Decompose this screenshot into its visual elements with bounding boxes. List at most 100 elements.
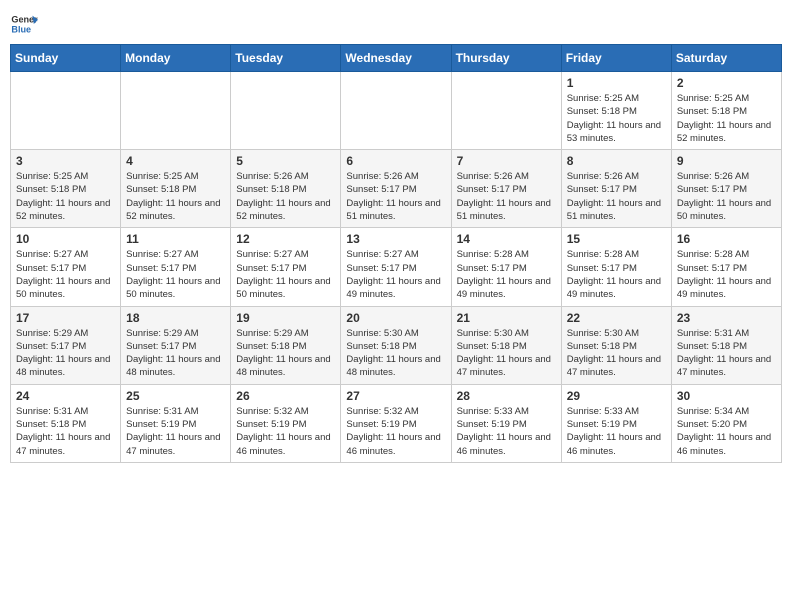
- calendar-cell: 1 Sunrise: 5:25 AM Sunset: 5:18 PM Daylig…: [561, 72, 671, 150]
- calendar-table: SundayMondayTuesdayWednesdayThursdayFrid…: [10, 44, 782, 463]
- weekday-header-thursday: Thursday: [451, 45, 561, 72]
- calendar-cell: 3 Sunrise: 5:25 AM Sunset: 5:18 PM Daylig…: [11, 150, 121, 228]
- day-number: 1: [567, 76, 666, 90]
- day-info: Sunrise: 5:30 AM Sunset: 5:18 PM Dayligh…: [457, 327, 556, 380]
- day-number: 10: [16, 232, 115, 246]
- day-info: Sunrise: 5:25 AM Sunset: 5:18 PM Dayligh…: [126, 170, 225, 223]
- day-info: Sunrise: 5:30 AM Sunset: 5:18 PM Dayligh…: [346, 327, 445, 380]
- weekday-header-monday: Monday: [121, 45, 231, 72]
- day-number: 22: [567, 311, 666, 325]
- day-info: Sunrise: 5:26 AM Sunset: 5:17 PM Dayligh…: [346, 170, 445, 223]
- day-info: Sunrise: 5:25 AM Sunset: 5:18 PM Dayligh…: [567, 92, 666, 145]
- logo-icon: General Blue: [10, 10, 38, 38]
- calendar-cell: 11 Sunrise: 5:27 AM Sunset: 5:17 PM Dayli…: [121, 228, 231, 306]
- calendar-cell: 14Sunrise: 5:28 AM Sunset: 5:17 PM Dayli…: [451, 228, 561, 306]
- day-info: Sunrise: 5:26 AM Sunset: 5:17 PM Dayligh…: [677, 170, 776, 223]
- calendar-cell: 25 Sunrise: 5:31 AM Sunset: 5:19 PM Dayli…: [121, 384, 231, 462]
- calendar-cell: [121, 72, 231, 150]
- week-row-1: 1 Sunrise: 5:25 AM Sunset: 5:18 PM Daylig…: [11, 72, 782, 150]
- day-number: 18: [126, 311, 225, 325]
- calendar-cell: 13 Sunrise: 5:27 AM Sunset: 5:17 PM Dayli…: [341, 228, 451, 306]
- day-info: Sunrise: 5:26 AM Sunset: 5:18 PM Dayligh…: [236, 170, 335, 223]
- calendar-cell: [231, 72, 341, 150]
- calendar-cell: 21 Sunrise: 5:30 AM Sunset: 5:18 PM Dayli…: [451, 306, 561, 384]
- day-number: 2: [677, 76, 776, 90]
- calendar-cell: 20 Sunrise: 5:30 AM Sunset: 5:18 PM Dayli…: [341, 306, 451, 384]
- day-info: Sunrise: 5:28 AM Sunset: 5:17 PM Dayligh…: [567, 248, 666, 301]
- day-info: Sunrise: 5:27 AM Sunset: 5:17 PM Dayligh…: [126, 248, 225, 301]
- calendar-cell: 27 Sunrise: 5:32 AM Sunset: 5:19 PM Dayli…: [341, 384, 451, 462]
- day-number: 27: [346, 389, 445, 403]
- calendar-cell: 29 Sunrise: 5:33 AM Sunset: 5:19 PM Dayli…: [561, 384, 671, 462]
- day-number: 9: [677, 154, 776, 168]
- day-number: 3: [16, 154, 115, 168]
- calendar-cell: 10 Sunrise: 5:27 AM Sunset: 5:17 PM Dayli…: [11, 228, 121, 306]
- week-row-4: 17 Sunrise: 5:29 AM Sunset: 5:17 PM Dayli…: [11, 306, 782, 384]
- day-info: Sunrise: 5:27 AM Sunset: 5:17 PM Dayligh…: [346, 248, 445, 301]
- calendar-cell: [11, 72, 121, 150]
- calendar-cell: 15 Sunrise: 5:28 AM Sunset: 5:17 PM Dayli…: [561, 228, 671, 306]
- day-number: 8: [567, 154, 666, 168]
- calendar-cell: 22 Sunrise: 5:30 AM Sunset: 5:18 PM Dayli…: [561, 306, 671, 384]
- day-number: 7: [457, 154, 556, 168]
- week-row-3: 10 Sunrise: 5:27 AM Sunset: 5:17 PM Dayli…: [11, 228, 782, 306]
- day-info: Sunrise: 5:27 AM Sunset: 5:17 PM Dayligh…: [16, 248, 115, 301]
- day-info: Sunrise: 5:26 AM Sunset: 5:17 PM Dayligh…: [567, 170, 666, 223]
- day-number: 12: [236, 232, 335, 246]
- week-row-2: 3 Sunrise: 5:25 AM Sunset: 5:18 PM Daylig…: [11, 150, 782, 228]
- calendar-cell: 28Sunrise: 5:33 AM Sunset: 5:19 PM Dayli…: [451, 384, 561, 462]
- day-info: Sunrise: 5:29 AM Sunset: 5:18 PM Dayligh…: [236, 327, 335, 380]
- day-info: Sunrise: 5:25 AM Sunset: 5:18 PM Dayligh…: [16, 170, 115, 223]
- calendar-cell: 12 Sunrise: 5:27 AM Sunset: 5:17 PM Dayli…: [231, 228, 341, 306]
- day-number: 20: [346, 311, 445, 325]
- calendar-cell: 18 Sunrise: 5:29 AM Sunset: 5:17 PM Dayli…: [121, 306, 231, 384]
- day-info: Sunrise: 5:26 AM Sunset: 5:17 PM Dayligh…: [457, 170, 556, 223]
- day-info: Sunrise: 5:32 AM Sunset: 5:19 PM Dayligh…: [236, 405, 335, 458]
- day-info: Sunrise: 5:33 AM Sunset: 5:19 PM Dayligh…: [567, 405, 666, 458]
- day-info: Sunrise: 5:31 AM Sunset: 5:18 PM Dayligh…: [677, 327, 776, 380]
- weekday-header-wednesday: Wednesday: [341, 45, 451, 72]
- calendar-cell: 24 Sunrise: 5:31 AM Sunset: 5:18 PM Dayli…: [11, 384, 121, 462]
- weekday-header-tuesday: Tuesday: [231, 45, 341, 72]
- calendar-cell: 26Sunrise: 5:32 AM Sunset: 5:19 PM Dayli…: [231, 384, 341, 462]
- day-info: Sunrise: 5:32 AM Sunset: 5:19 PM Dayligh…: [346, 405, 445, 458]
- day-number: 15: [567, 232, 666, 246]
- page-header: General Blue: [10, 10, 782, 38]
- calendar-cell: 4Sunrise: 5:25 AM Sunset: 5:18 PM Daylig…: [121, 150, 231, 228]
- weekday-header-sunday: Sunday: [11, 45, 121, 72]
- calendar-cell: 30Sunrise: 5:34 AM Sunset: 5:20 PM Dayli…: [671, 384, 781, 462]
- day-number: 25: [126, 389, 225, 403]
- day-number: 11: [126, 232, 225, 246]
- day-info: Sunrise: 5:27 AM Sunset: 5:17 PM Dayligh…: [236, 248, 335, 301]
- day-number: 21: [457, 311, 556, 325]
- day-info: Sunrise: 5:29 AM Sunset: 5:17 PM Dayligh…: [126, 327, 225, 380]
- day-number: 5: [236, 154, 335, 168]
- weekday-header-row: SundayMondayTuesdayWednesdayThursdayFrid…: [11, 45, 782, 72]
- calendar-cell: 16Sunrise: 5:28 AM Sunset: 5:17 PM Dayli…: [671, 228, 781, 306]
- calendar-cell: 7 Sunrise: 5:26 AM Sunset: 5:17 PM Daylig…: [451, 150, 561, 228]
- day-number: 16: [677, 232, 776, 246]
- weekday-header-friday: Friday: [561, 45, 671, 72]
- day-number: 6: [346, 154, 445, 168]
- calendar-cell: 6 Sunrise: 5:26 AM Sunset: 5:17 PM Daylig…: [341, 150, 451, 228]
- calendar-cell: 17 Sunrise: 5:29 AM Sunset: 5:17 PM Dayli…: [11, 306, 121, 384]
- day-info: Sunrise: 5:30 AM Sunset: 5:18 PM Dayligh…: [567, 327, 666, 380]
- day-info: Sunrise: 5:33 AM Sunset: 5:19 PM Dayligh…: [457, 405, 556, 458]
- day-number: 24: [16, 389, 115, 403]
- weekday-header-saturday: Saturday: [671, 45, 781, 72]
- day-info: Sunrise: 5:29 AM Sunset: 5:17 PM Dayligh…: [16, 327, 115, 380]
- day-number: 17: [16, 311, 115, 325]
- day-number: 19: [236, 311, 335, 325]
- svg-text:Blue: Blue: [11, 24, 31, 34]
- calendar-cell: [451, 72, 561, 150]
- day-info: Sunrise: 5:31 AM Sunset: 5:18 PM Dayligh…: [16, 405, 115, 458]
- day-number: 29: [567, 389, 666, 403]
- day-number: 13: [346, 232, 445, 246]
- day-info: Sunrise: 5:34 AM Sunset: 5:20 PM Dayligh…: [677, 405, 776, 458]
- logo: General Blue: [10, 10, 38, 38]
- day-number: 23: [677, 311, 776, 325]
- day-info: Sunrise: 5:31 AM Sunset: 5:19 PM Dayligh…: [126, 405, 225, 458]
- calendar-cell: 19 Sunrise: 5:29 AM Sunset: 5:18 PM Dayli…: [231, 306, 341, 384]
- calendar-cell: 23 Sunrise: 5:31 AM Sunset: 5:18 PM Dayli…: [671, 306, 781, 384]
- calendar-cell: 5 Sunrise: 5:26 AM Sunset: 5:18 PM Daylig…: [231, 150, 341, 228]
